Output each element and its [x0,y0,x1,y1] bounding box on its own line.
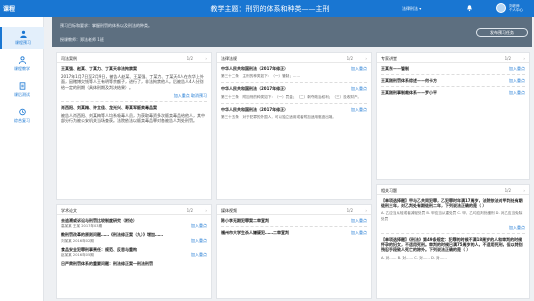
law-title[interactable]: 中华人民共和国刑法（2017年修正） [221,86,288,91]
user-menu[interactable]: 刘老师 个人中心 [509,4,523,12]
test-icon [19,82,25,90]
panel-title: 学术论文 [61,208,77,213]
paper-title[interactable]: 教刑罚改革的原则问题……《刑法修正案（九）》增加…… [61,232,163,237]
papers-panel: 学术论文 1/2 › 去追溯或诉讼与刑罚比较制度研究（附论） 高某某 王某 2017年… [56,204,212,299]
next-page-icon[interactable]: › [365,56,367,61]
add-key-button[interactable]: 加入重点 [191,223,207,228]
sidebar-item-label: 综合复习 [14,118,30,123]
panel-title: 司法案例 [61,56,77,61]
teaching-icon [18,56,26,64]
add-key-button[interactable]: 加入重点 [351,107,367,112]
cases-panel: 司法案例 1/2 › 王某强、赵某、丁某力、丁某天非法拘禁案 2017年1月7日至2… [56,52,212,200]
sidebar-item-label: 课后测试 [14,92,30,97]
video-title[interactable]: 陈小李无期犯罪案二审宣判 [221,218,269,223]
add-key-button[interactable]: 加入重点 [351,218,367,223]
sidebar-item-teaching[interactable]: 课程教学 [0,53,44,75]
banner-goal: 预习目标和要求：掌握刑罚的体系以及刑法的种类。 [60,23,152,28]
law-text: 第三十二条 主刑的种类如下：（一）管制；…… [221,74,301,79]
case-title[interactable]: 王某强、赵某、丁某力、丁某天非法拘禁案 [61,66,137,71]
sidebar: 课程预习 课程教学 课后测试 综合复习 [0,17,44,301]
laws-panel: 法律法规 1/2 › 中华人民共和国刑法（2017年修正） 加入重点 第三十二条 主刑… [216,52,372,200]
bell-icon[interactable] [466,4,473,12]
question-options: A. 对…… B. 对…… C. 对…… D. 对…… [381,255,447,260]
add-key-button[interactable]: 加入重点 [509,66,525,71]
banner: 预习目标和要求：掌握刑罚的体系以及刑法的种类。 授课教师：郑法老师 1班 发布预… [52,17,532,47]
next-page-icon[interactable]: › [205,56,207,61]
lecture-item[interactable]: 王某刚刑事制裁体系——罗小平 [381,90,437,95]
paper-title[interactable]: 去追溯或诉讼与刑罚比较制度研究（附论） [61,218,137,223]
page-indicator: 1/2 [186,208,193,213]
questions-panel: 相关习题 1/2 › 【单项选择题】甲与乙共同犯罪，乙犯罪时年满17周岁，法院依法对… [376,184,530,299]
page-indicator: 1/2 [504,56,511,61]
paper-title[interactable]: 食品安全犯罪刑事责任：规范、反思与重构 [61,247,137,252]
review-icon [18,108,26,116]
question-options: A. 乙应当从轻或者减轻处罚 B. 甲应当从重处罚 C. 甲、乙均应判处缓刑 D… [381,211,523,221]
law-text: 第三十三条 附加刑的种类如下：（一）罚金；（二）剥夺政治权利；（三）没收财产。 [221,94,362,99]
next-page-icon[interactable]: › [523,188,525,193]
add-key-button[interactable]: 加入重点 [351,66,367,71]
next-page-icon[interactable]: › [205,208,207,213]
user-center-link[interactable]: 个人中心 [509,8,523,12]
law-title[interactable]: 中华人民共和国刑法（2017年修正） [221,107,288,112]
person-icon [19,30,27,38]
page-indicator: 1/2 [346,208,353,213]
cancel-preview-button[interactable]: 取消预习 [191,93,207,98]
paper-meta: 刘某某 2016年02期 [61,238,94,243]
expert-panel: 专家讲堂 1/2 › 王某东——管制 加入重点 王某刚刑罚体系综述——何卡方 加入重点 … [376,52,530,180]
video-title[interactable]: 福州市大学生杀人嫌疑犯……二审宣判 [221,230,289,235]
app-logo[interactable]: 课程 [3,4,15,13]
panel-title: 相关习题 [381,188,397,193]
lecture-item[interactable]: 王某东——管制 [381,66,409,71]
top-bar: 课程 教学主题：刑罚的体系和种类——主刑 法律刑法 ▾ 刘老师 个人中心 [0,0,534,17]
panel-title: 法律法规 [221,56,237,61]
avatar[interactable] [496,3,506,13]
page-indicator: 1/2 [346,56,353,61]
course-selector[interactable]: 法律刑法 ▾ [402,6,421,12]
case-summary: 被告人肖西阳、刘某梅等人均系吸毒人员，为获取毒资多次贩卖毒品给他人，其中部分行为… [61,113,205,124]
sidebar-item-label: 课程教学 [14,66,30,71]
add-key-button[interactable]: 加入重点 [509,78,525,83]
next-page-icon[interactable]: › [523,56,525,61]
sidebar-item-label: 课程预习 [15,40,31,45]
question-text[interactable]: 【单项选择题】甲与乙共同犯罪，乙犯罪时年满17周岁，法院依法对甲判处有期徒刑三年… [381,198,523,208]
banner-teacher: 授课教师：郑法老师 1班 [60,37,104,42]
add-key-button[interactable]: 加入重点 [509,225,525,230]
add-key-button[interactable]: 加入重点 [174,93,190,98]
add-key-button[interactable]: 加入重点 [509,90,525,95]
case-title[interactable]: 肖西阳、刘某梅、许立佳、龙光兴、寿某军贩卖毒品案 [61,105,157,110]
videos-panel: 媒体视频 1/2 › 陈小李无期犯罪案二审宣判 加入重点 福州市大学生杀人嫌疑犯……二… [216,204,372,299]
add-key-button[interactable]: 加入重点 [191,252,207,257]
add-key-button[interactable]: 加入重点 [351,86,367,91]
page-indicator: 1/2 [186,56,193,61]
page-indicator: 1/2 [504,188,511,193]
publish-task-button[interactable]: 发布预习任务 [476,28,528,37]
paper-meta: 高某某 王某 2017年03期 [61,224,103,229]
lecture-item[interactable]: 王某刚刑罚体系综述——何卡方 [381,78,437,83]
sidebar-item-preview[interactable]: 课程预习 [0,27,44,49]
add-key-button[interactable]: 加入重点 [191,238,207,243]
panel-title: 专家讲堂 [381,56,397,61]
question-text[interactable]: 【单项选择题】《刑法》第49条规定：犯罪的时候不满18周岁的人和审判的时候怀孕的… [381,237,523,252]
law-title[interactable]: 中华人民共和国刑法（2017年修正） [221,66,288,71]
panel-title: 媒体视频 [221,208,237,213]
sidebar-item-review[interactable]: 综合复习 [0,105,44,127]
add-key-button[interactable]: 加入重点 [351,230,367,235]
next-page-icon[interactable]: › [365,208,367,213]
law-text: 第三十五条 对于犯罪的外国人，可以独立适用或者附加适用驱逐出境。 [221,115,336,120]
case-summary: 2017年1月7日至2月9日，被告人赵某、王某强、丁某力、丁某天4人在东华上外面… [61,74,204,90]
sidebar-item-test[interactable]: 课后测试 [0,79,44,101]
paper-title[interactable]: 日严肃刑罚体系的重要问题：刑法修正案一刑法刑罚 [61,261,153,266]
paper-meta: 赵某某 2016年05期 [61,253,94,258]
page-title: 教学主题：刑罚的体系和种类——主刑 [210,5,330,13]
